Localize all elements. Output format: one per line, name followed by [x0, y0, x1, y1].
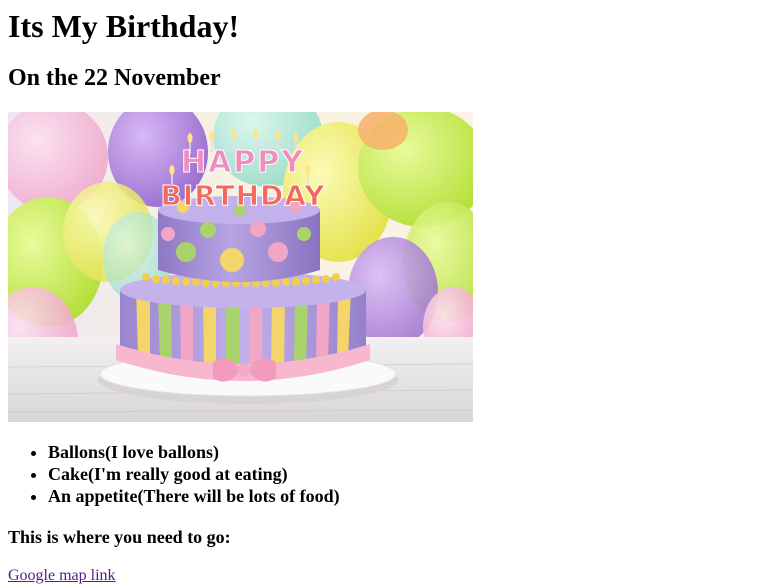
- topper-happy: HAPPY: [181, 145, 305, 180]
- directions-label: This is where you need to go:: [8, 527, 231, 547]
- google-map-link[interactable]: Google map link: [8, 566, 116, 586]
- topper-birthday: BIRTHDAY: [160, 179, 325, 212]
- list-item: Ballons(I love ballons): [48, 441, 340, 463]
- bring-list: Ballons(I love ballons) Cake(I'm really …: [8, 441, 340, 507]
- page-title: Its My Birthday!: [8, 8, 240, 44]
- list-item: Cake(I'm really good at eating): [48, 463, 340, 485]
- event-date-heading: On the 22 November: [8, 65, 221, 91]
- birthday-cake-image: HAPPY BIRTHDAY: [8, 112, 473, 422]
- list-item: An appetite(There will be lots of food): [48, 485, 340, 507]
